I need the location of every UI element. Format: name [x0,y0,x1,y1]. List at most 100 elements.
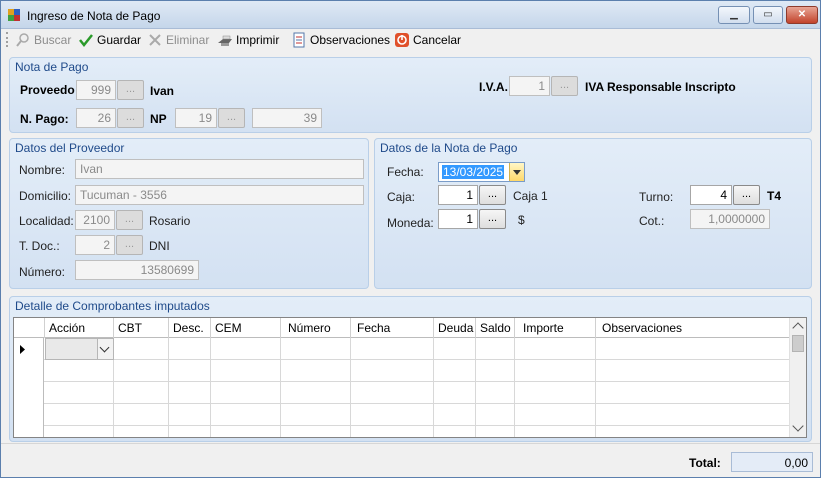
grid-cell[interactable] [434,382,476,404]
imprimir-button[interactable]: Imprimir [217,31,279,48]
npago-lookup-button[interactable]: ... [117,108,144,128]
eliminar-button[interactable]: Eliminar [147,31,209,48]
grid-cell[interactable] [281,404,351,426]
grid-cell[interactable] [351,338,434,360]
column-header[interactable]: Acción [45,318,114,338]
grid-cell[interactable] [351,360,434,382]
proveedor-lookup-button[interactable]: ... [117,80,144,100]
grid-cell[interactable] [476,382,515,404]
cot-field[interactable]: 1,0000000 [690,209,770,229]
observaciones-button[interactable]: Observaciones [291,31,390,48]
grid-cell[interactable] [211,360,281,382]
close-button[interactable]: ✕ [786,6,818,24]
column-header[interactable]: Importe [515,318,596,338]
table-row[interactable] [14,426,790,437]
moneda-lookup-button[interactable]: ... [479,209,506,229]
grid-cell[interactable] [281,360,351,382]
grid-cell[interactable] [281,382,351,404]
grid-cell[interactable] [169,338,211,360]
domicilio-field[interactable]: Tucuman - 3556 [75,185,364,205]
grid-cell[interactable] [476,426,515,437]
grid-cell[interactable] [476,404,515,426]
grid-cell[interactable] [434,360,476,382]
np-lookup-button[interactable]: ... [218,108,245,128]
cancelar-button[interactable]: Cancelar [394,31,461,48]
grid-cell[interactable] [169,360,211,382]
grid-cell[interactable] [515,404,596,426]
moneda-code-field[interactable]: 1 [438,209,478,229]
row-header[interactable] [14,360,44,382]
grid-cell[interactable] [476,338,515,360]
table-row[interactable] [14,338,790,360]
scroll-down-icon[interactable] [792,420,804,432]
grid-cell[interactable] [114,382,169,404]
turno-lookup-button[interactable]: ... [733,185,760,205]
column-header[interactable]: Deuda [434,318,476,338]
accion-combo[interactable] [45,338,114,360]
scroll-up-icon[interactable] [792,322,804,334]
grid-cell[interactable] [211,404,281,426]
column-header[interactable]: CBT [114,318,169,338]
row-header[interactable] [14,338,44,360]
caja-code-field[interactable]: 1 [438,185,478,205]
grid-cell[interactable] [211,338,281,360]
scrollbar-thumb[interactable] [792,335,804,352]
fecha-picker[interactable]: 13/03/2025 [438,162,525,182]
guardar-button[interactable]: Guardar [78,31,141,48]
grid-cell[interactable] [281,426,351,437]
maximize-button[interactable]: ▭ [753,6,783,24]
nombre-field[interactable]: Ivan [75,159,364,179]
npago-field[interactable]: 26 [76,108,116,128]
grid-cell[interactable] [351,426,434,437]
row-header[interactable] [14,382,44,404]
grid-cell[interactable] [45,382,114,404]
row-header[interactable] [14,404,44,426]
numero-field[interactable]: 13580699 [75,260,199,280]
column-header[interactable]: Desc. [169,318,211,338]
grid-cell[interactable] [351,382,434,404]
grid-cell[interactable] [515,360,596,382]
column-header[interactable]: Número [281,318,351,338]
turno-code-field[interactable]: 4 [690,185,732,205]
grid-cell[interactable] [211,426,281,437]
grid-cell[interactable] [476,360,515,382]
grid-cell[interactable] [114,404,169,426]
row-header[interactable] [14,426,44,437]
vertical-scrollbar[interactable] [789,318,806,437]
buscar-button[interactable]: Buscar [15,31,71,48]
grid-cell[interactable] [169,382,211,404]
grid-cell[interactable] [211,382,281,404]
grid-cell[interactable] [434,426,476,437]
calendar-dropdown-icon[interactable] [509,163,524,181]
column-header[interactable]: CEM [211,318,281,338]
tdoc-code-field[interactable]: 2 [75,235,115,255]
grid-cell[interactable] [434,338,476,360]
np-number-field[interactable]: 39 [252,108,322,128]
np-field[interactable]: 19 [175,108,217,128]
grid-cell[interactable] [515,382,596,404]
toolbar-grip[interactable] [6,32,9,47]
grid-cell[interactable] [114,426,169,437]
grid-cell[interactable] [45,360,114,382]
grid-cell[interactable] [281,338,351,360]
tdoc-lookup-button[interactable]: ... [116,235,143,255]
localidad-code-field[interactable]: 2100 [75,210,115,230]
grid-cell[interactable] [114,338,169,360]
minimize-button[interactable]: ▁ [718,6,750,24]
grid-cell[interactable] [351,404,434,426]
grid-cell[interactable] [515,338,596,360]
localidad-lookup-button[interactable]: ... [116,210,143,230]
grid-cell[interactable] [169,426,211,437]
grid-cell[interactable] [114,360,169,382]
grid-cell[interactable] [515,426,596,437]
column-header[interactable]: Fecha [351,318,434,338]
grid-cell[interactable] [434,404,476,426]
comprobantes-grid[interactable]: Acción CBT Desc. CEM Número Fecha Deuda … [13,317,807,438]
table-row[interactable] [14,360,790,382]
caja-lookup-button[interactable]: ... [479,185,506,205]
table-row[interactable] [14,382,790,404]
grid-cell[interactable] [169,404,211,426]
grid-cell[interactable] [45,426,114,437]
iva-code-field[interactable]: 1 [509,76,550,96]
chevron-down-icon[interactable] [97,339,113,359]
